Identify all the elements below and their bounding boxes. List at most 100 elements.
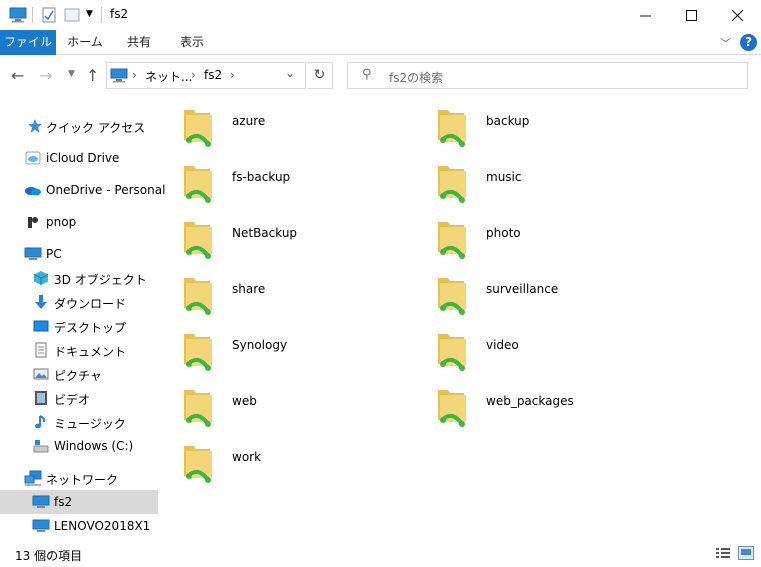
sidebar-item-label: OneDrive - Personal [46,183,166,197]
folder-name: video [486,338,519,352]
sidebar-item-label: クイック アクセス [46,121,146,135]
sidebar-item-fs2[interactable]: fs2 [0,490,158,514]
folder-name: Synology [232,338,288,352]
tab-share[interactable]: 共有 [117,30,161,55]
folder-name: photo [486,226,521,240]
shared-folder-icon [184,110,212,147]
forward-arrow-icon[interactable]: → [39,66,52,85]
sidebar-item-pc[interactable]: PC [0,242,158,266]
ribbon-expand-chevron-icon[interactable]: ﹀ [720,35,731,51]
search-input[interactable]: fs2の検索 [389,69,443,86]
breadcrumb-network[interactable]: ネット... [145,68,192,85]
sidebar-item-windows-c[interactable]: Windows (C:) [0,434,158,458]
shared-folder-icon [438,110,466,147]
sidebar-item-label: PC [46,247,62,261]
help-button[interactable]: ? [740,34,757,51]
user-folder-icon [28,217,38,228]
status-bar: 13 個の項目 [0,541,761,567]
up-arrow-icon[interactable]: ↑ [86,66,99,85]
shared-folder-icon [184,278,212,315]
sidebar-item-pnop[interactable]: pnop [0,210,158,234]
sidebar-item-pictures[interactable]: ピクチャ [0,362,158,386]
tab-view[interactable]: 表示 [170,30,214,55]
maximize-button[interactable] [668,0,714,30]
shared-folder-icon [184,166,212,203]
recent-locations-chevron-icon[interactable]: ▼ [68,69,75,79]
folder-name: NetBackup [232,226,298,240]
address-bar[interactable]: › ネット... › fs2 › ⌄ [106,62,306,89]
shared-folder-icon [184,390,212,427]
folder-item[interactable]: surveillance [422,268,662,320]
sidebar-item-downloads[interactable]: ダウンロード [0,290,158,314]
tab-home[interactable]: ホーム [62,30,108,55]
large-icons-view-icon[interactable] [738,546,754,560]
folder-item[interactable]: work [168,436,408,488]
ribbon: ファイル ホーム 共有 表示 ﹀ ? [0,30,761,55]
icloud-icon [25,151,41,165]
sidebar-item-label: ネットワーク [46,473,119,487]
close-button[interactable] [714,0,760,30]
pc-icon [24,247,42,260]
sidebar-item-label: fs2 [54,495,73,509]
navigation-bar: ← → ▼ ↑ › ネット... › fs2 › ⌄ ↻ ⚲ fs2の検索 [0,56,761,96]
folder-item[interactable]: NetBackup [168,212,408,264]
sidebar-item-documents[interactable]: ドキュメント [0,338,158,362]
item-count: 13 個の項目 [15,549,83,563]
sidebar-item-quick-access[interactable]: クイック アクセス [0,114,158,138]
refresh-button[interactable]: ↻ [307,62,333,89]
drive-icon [33,440,49,453]
details-view-icon[interactable] [715,546,731,560]
sidebar-item-icloud[interactable]: iCloud Drive [0,146,158,170]
star-icon [28,119,42,133]
folder-item[interactable]: fs-backup [168,156,408,208]
properties-icon[interactable] [41,7,57,23]
document-icon [35,342,47,358]
search-box[interactable]: ⚲ fs2の検索 [347,62,748,89]
minimize-button[interactable] [622,0,668,30]
3d-objects-icon [33,271,49,285]
sidebar-item-lenovo2018x1[interactable]: LENOVO2018X1 [0,514,158,538]
toolbar-separator [32,7,33,23]
new-folder-icon[interactable] [64,7,80,23]
folder-item[interactable]: Synology [168,324,408,376]
sidebar-item-desktop[interactable]: デスクトップ [0,314,158,338]
address-dropdown-chevron-icon[interactable]: ⌄ [285,66,295,80]
shared-folder-icon [184,446,212,483]
folder-item[interactable]: azure [168,100,408,152]
shared-folder-icon [184,222,212,259]
shared-folder-icon [438,278,466,315]
sidebar-item-label: pnop [46,215,77,229]
folder-name: fs-backup [232,170,291,184]
sidebar-item-3d-objects[interactable]: 3D オブジェクト [0,266,158,290]
breadcrumb-separator-icon: › [191,68,196,82]
network-computer-icon [110,68,128,83]
folder-item[interactable]: share [168,268,408,320]
video-icon [35,391,47,405]
folder-item[interactable]: web_packages [422,380,662,432]
sidebar-item-label: LENOVO2018X1 [54,519,151,533]
folder-item[interactable]: backup [422,100,662,152]
folder-item[interactable]: music [422,156,662,208]
title-bar: ▼ fs2 [0,0,761,30]
shared-folder-icon [438,390,466,427]
download-arrow-icon [35,295,47,309]
sidebar-item-videos[interactable]: ビデオ [0,386,158,410]
music-note-icon [35,415,46,429]
sidebar-item-onedrive[interactable]: OneDrive - Personal [0,178,165,202]
folder-item[interactable]: video [422,324,662,376]
sidebar-item-label: 3D オブジェクト [54,273,147,287]
customize-toolbar-icon[interactable]: ▼ [86,9,93,25]
minimize-icon [639,15,651,16]
folder-item[interactable]: web [168,380,408,432]
folder-name: share [232,282,266,296]
sidebar-item-network[interactable]: ネットワーク [0,466,158,490]
onedrive-cloud-icon [25,187,41,196]
sidebar-item-music[interactable]: ミュージック [0,410,158,434]
tab-file[interactable]: ファイル [0,30,56,55]
folder-name: work [232,450,262,464]
back-arrow-icon[interactable]: ← [11,66,24,85]
folder-name: backup [486,114,530,128]
folder-item[interactable]: photo [422,212,662,264]
window-title: fs2 [110,7,129,21]
breadcrumb-fs2[interactable]: fs2 [204,68,222,82]
